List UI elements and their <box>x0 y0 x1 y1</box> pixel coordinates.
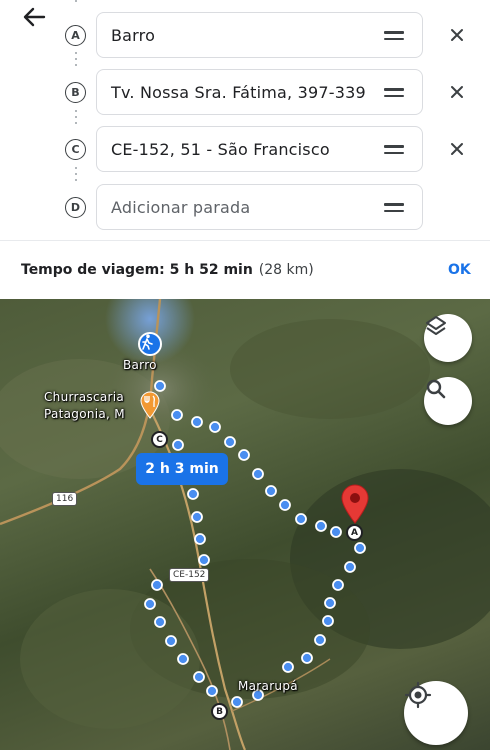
drag-handle-icon[interactable] <box>384 203 404 213</box>
route-marker-c[interactable]: C <box>151 431 168 448</box>
stop-marker-d: D <box>65 197 86 218</box>
stop-connector <box>75 167 77 185</box>
stop-marker-b: B <box>65 82 86 103</box>
drag-handle-icon[interactable] <box>384 88 404 98</box>
remove-stop-a-button[interactable] <box>446 24 468 46</box>
travel-time: Tempo de viagem: 5 h 52 min <box>21 262 253 278</box>
search-icon <box>426 379 446 399</box>
stop-connector <box>75 52 77 70</box>
stop-text-c: CE-152, 51 - São Francisco <box>111 140 330 159</box>
stop-field-b[interactable]: Tv. Nossa Sra. Fátima, 397-339 <box>96 69 423 115</box>
ok-button[interactable]: OK <box>448 262 471 278</box>
stop-field-c[interactable]: CE-152, 51 - São Francisco <box>96 126 423 172</box>
drag-handle-icon[interactable] <box>384 145 404 155</box>
my-location-button[interactable] <box>404 681 468 745</box>
stop-marker-c: C <box>65 139 86 160</box>
map-label-barro: Barro <box>123 358 157 372</box>
travel-time-label: Tempo de viagem: 5 h 52 min (28 km) <box>21 262 314 278</box>
layers-icon <box>426 316 446 335</box>
route-marker-a[interactable]: A <box>346 524 363 541</box>
trip-summary: Tempo de viagem: 5 h 52 min (28 km) OK <box>0 241 490 299</box>
map-label-churrascaria: Churrascaria Patagonia, M <box>44 390 125 421</box>
destination-pin-icon[interactable] <box>339 484 371 524</box>
close-icon <box>451 29 463 41</box>
close-icon <box>451 86 463 98</box>
stop-row-c: C CE-152, 51 - São Francisco <box>0 126 490 174</box>
my-location-icon <box>404 681 432 709</box>
route-marker-b[interactable]: B <box>211 703 228 720</box>
road-shield-ce152: CE-152 <box>169 568 210 582</box>
route-time-bubble[interactable]: 2 h 3 min <box>136 453 228 485</box>
remove-stop-c-button[interactable] <box>446 138 468 160</box>
map-label-mararupa: Mararupá <box>238 679 298 693</box>
map-view[interactable]: Barro Churrascaria Patagonia, M C 2 h 3 … <box>0 299 490 750</box>
restaurant-icon[interactable] <box>139 391 161 419</box>
walking-person-icon[interactable] <box>138 332 162 356</box>
remove-stop-b-button[interactable] <box>446 81 468 103</box>
stop-row-b: B Tv. Nossa Sra. Fátima, 397-339 <box>0 69 490 117</box>
layers-button[interactable] <box>424 314 472 362</box>
add-stop-field[interactable]: Adicionar parada <box>96 184 423 230</box>
directions-panel: A Barro B Tv. Nossa Sra. Fátima, 397-339… <box>0 0 490 240</box>
stop-text-b: Tv. Nossa Sra. Fátima, 397-339 <box>111 83 366 102</box>
stop-row-a: A Barro <box>0 12 490 60</box>
add-stop-placeholder: Adicionar parada <box>111 198 251 217</box>
close-icon <box>451 143 463 155</box>
stop-marker-a: A <box>65 25 86 46</box>
stop-field-a[interactable]: Barro <box>96 12 423 58</box>
stop-text-a: Barro <box>111 26 156 45</box>
road-shield-116: 116 <box>52 492 78 506</box>
drag-handle-icon[interactable] <box>384 31 404 41</box>
travel-distance: (28 km) <box>258 262 314 278</box>
stop-connector <box>75 0 77 6</box>
stop-row-d: D Adicionar parada <box>0 184 490 232</box>
search-button[interactable] <box>424 377 472 425</box>
